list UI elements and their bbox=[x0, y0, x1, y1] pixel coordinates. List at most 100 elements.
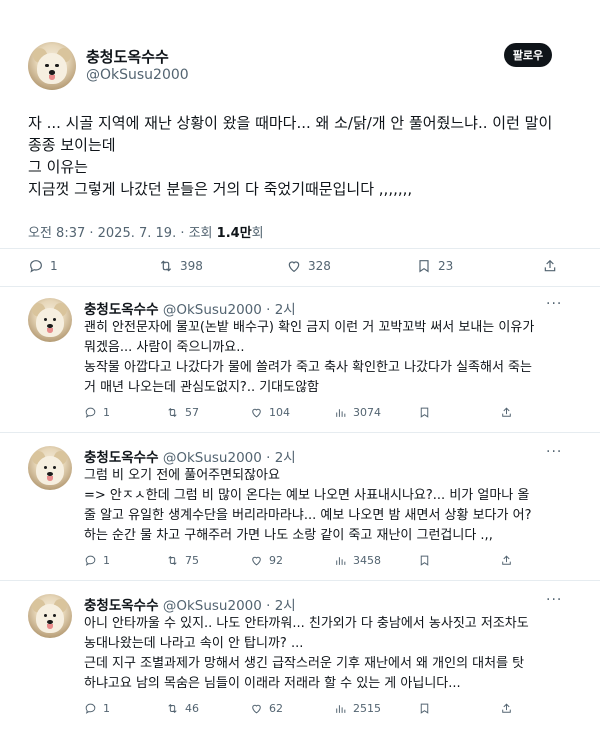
post-text-line: 그 이유는 bbox=[28, 158, 88, 176]
handle[interactable]: @OkSusu2000 bbox=[163, 598, 262, 614]
reply-icon bbox=[30, 260, 42, 273]
reply-actions: 1 57 104 3074 bbox=[0, 406, 600, 426]
repost-button[interactable]: 46 bbox=[166, 702, 199, 715]
view-suffix: 회 bbox=[251, 226, 264, 241]
avatar[interactable] bbox=[28, 298, 72, 342]
bookmark-button[interactable] bbox=[418, 554, 431, 567]
repost-icon bbox=[168, 556, 177, 565]
reply-icon bbox=[85, 703, 96, 714]
like-button[interactable]: 328 bbox=[286, 258, 331, 274]
views-count: 2515 bbox=[353, 702, 381, 715]
bookmark-button[interactable] bbox=[418, 702, 431, 715]
reply-icon bbox=[85, 555, 96, 566]
reply-text-line: 농대나왔는데 나라고 속이 안 탑니까? ... bbox=[84, 636, 304, 651]
views-count: 3458 bbox=[353, 554, 381, 567]
like-button[interactable]: 62 bbox=[250, 702, 283, 715]
post-text-line: 종종 보이는데 bbox=[28, 136, 116, 154]
handle[interactable]: @OkSusu2000 bbox=[86, 67, 189, 83]
views-button[interactable]: 3458 bbox=[334, 554, 381, 567]
repost-button[interactable]: 57 bbox=[166, 406, 199, 419]
bookmark-icon bbox=[420, 703, 429, 714]
display-name[interactable]: 충청도옥수수 bbox=[86, 46, 169, 67]
reply-text-line: 농작물 아깝다고 나갔다가 물에 쓸려가 죽고 축사 확인한고 나갔다가 실족해… bbox=[84, 360, 532, 375]
like-count: 92 bbox=[269, 554, 283, 567]
divider bbox=[0, 580, 600, 581]
reply-actions: 1 46 62 2515 bbox=[0, 702, 600, 722]
more-icon[interactable]: ··· bbox=[546, 444, 562, 460]
reply-actions: 1 75 92 3458 bbox=[0, 554, 600, 574]
post-text: 자 ... 시골 지역에 재난 상황이 왔을 때마다... 왜 소/닭/개 안 … bbox=[28, 112, 576, 200]
reply-text-line: 그럼 비 오기 전에 풀어주면되잖아요 bbox=[84, 468, 280, 483]
repost-count: 75 bbox=[185, 554, 199, 567]
divider bbox=[0, 248, 600, 249]
reply-text-line: 하냐고요 남의 목숨은 님들이 이래라 저래라 할 수 있는 게 아닙니다... bbox=[84, 676, 461, 691]
reply-header: 충청도옥수수 @OkSusu2000 · 2시 bbox=[84, 302, 296, 318]
share-button[interactable] bbox=[542, 258, 558, 274]
display-name[interactable]: 충청도옥수수 bbox=[84, 450, 159, 466]
reply-text-line: 하는 순간 물 차고 구해주러 가면 나도 소랑 같이 죽고 재난이 그런겁니다… bbox=[84, 528, 493, 543]
views-button[interactable]: 3074 bbox=[334, 406, 381, 419]
reply-text-line: 줄 알고 유일한 생계수단을 버리라마라냐... 예보 나오면 밤 새면서 상황… bbox=[84, 508, 532, 523]
post-text-line: 지금껏 그렇게 나갔던 분들은 거의 다 죽었기때문입니다 ,,,,,,, bbox=[28, 180, 413, 198]
bookmark-icon bbox=[419, 260, 429, 273]
bookmark-icon bbox=[420, 555, 429, 566]
reply-text-line: 괜히 안전문자에 물꼬(논밭 배수구) 확인 금지 이런 거 꼬박꼬박 써서 보… bbox=[84, 320, 535, 335]
reply-count: 1 bbox=[103, 554, 110, 567]
share-button[interactable] bbox=[500, 702, 513, 715]
repost-icon bbox=[168, 408, 177, 417]
like-icon bbox=[252, 704, 261, 714]
avatar[interactable] bbox=[28, 594, 72, 638]
like-count: 104 bbox=[269, 406, 290, 419]
follow-button[interactable]: 팔로우 bbox=[504, 43, 552, 67]
like-icon bbox=[252, 556, 261, 566]
reply-count: 1 bbox=[103, 406, 110, 419]
bookmark-icon bbox=[420, 407, 429, 418]
bookmark-button[interactable] bbox=[418, 406, 431, 419]
reply-time[interactable]: 2시 bbox=[275, 598, 296, 614]
display-name[interactable]: 충청도옥수수 bbox=[84, 598, 159, 614]
like-count: 62 bbox=[269, 702, 283, 715]
repost-icon bbox=[168, 704, 177, 713]
share-icon bbox=[502, 407, 511, 417]
more-icon[interactable]: ··· bbox=[546, 296, 562, 312]
views-button[interactable]: 2515 bbox=[334, 702, 381, 715]
post-actions: 1 398 328 23 bbox=[0, 258, 600, 278]
post-meta: 오전 8:37 · 2025. 7. 19. · 조회 1.4만회 bbox=[28, 222, 264, 241]
more-icon[interactable]: ··· bbox=[546, 592, 562, 608]
reply-button[interactable]: 1 bbox=[28, 258, 58, 274]
bookmark-button[interactable]: 23 bbox=[416, 258, 453, 274]
handle[interactable]: @OkSusu2000 bbox=[163, 450, 262, 466]
share-button[interactable] bbox=[500, 406, 513, 419]
reply-button[interactable]: 1 bbox=[84, 702, 110, 715]
bookmark-count: 23 bbox=[438, 259, 454, 273]
timestamp[interactable]: 오전 8:37 · 2025. 7. 19. · 조회 bbox=[28, 226, 213, 241]
divider bbox=[0, 286, 600, 287]
share-icon bbox=[544, 259, 556, 272]
display-name[interactable]: 충청도옥수수 bbox=[84, 302, 159, 318]
avatar[interactable] bbox=[28, 42, 76, 90]
reply-text-line: 근데 지구 조별과제가 망해서 생긴 급작스러운 기후 재난에서 왜 개인의 대… bbox=[84, 656, 525, 671]
handle[interactable]: @OkSusu2000 bbox=[163, 302, 262, 318]
share-icon bbox=[502, 555, 511, 565]
like-count: 328 bbox=[308, 259, 331, 273]
share-button[interactable] bbox=[500, 554, 513, 567]
reply-count: 1 bbox=[103, 702, 110, 715]
like-button[interactable]: 92 bbox=[250, 554, 283, 567]
share-icon bbox=[502, 703, 511, 713]
reply-text-line: 거 매년 나오는데 관심도없지?.. 기대도않함 bbox=[84, 380, 320, 395]
like-button[interactable]: 104 bbox=[250, 406, 290, 419]
reply-button[interactable]: 1 bbox=[84, 554, 110, 567]
avatar[interactable] bbox=[28, 446, 72, 490]
repost-button[interactable]: 398 bbox=[158, 258, 203, 274]
views-icon bbox=[336, 705, 346, 713]
reply-header: 충청도옥수수 @OkSusu2000 · 2시 bbox=[84, 598, 296, 614]
like-icon bbox=[288, 261, 300, 273]
reply-time[interactable]: 2시 bbox=[275, 450, 296, 466]
reply-time[interactable]: 2시 bbox=[275, 302, 296, 318]
reply-button[interactable]: 1 bbox=[84, 406, 110, 419]
reply-text: 괜히 안전문자에 물꼬(논밭 배수구) 확인 금지 이런 거 꼬박꼬박 써서 보… bbox=[84, 318, 584, 398]
post-text-line: 자 ... 시골 지역에 재난 상황이 왔을 때마다... 왜 소/닭/개 안 … bbox=[28, 114, 553, 132]
reply-text-line: => 안ㅈㅅ한데 그럼 비 많이 온다는 예보 나오면 사표내시나요?... 비… bbox=[84, 488, 530, 503]
reply-text: 아니 안타까울 수 있지.. 나도 안타까워... 친가외가 다 충남에서 농사… bbox=[84, 614, 584, 694]
repost-button[interactable]: 75 bbox=[166, 554, 199, 567]
